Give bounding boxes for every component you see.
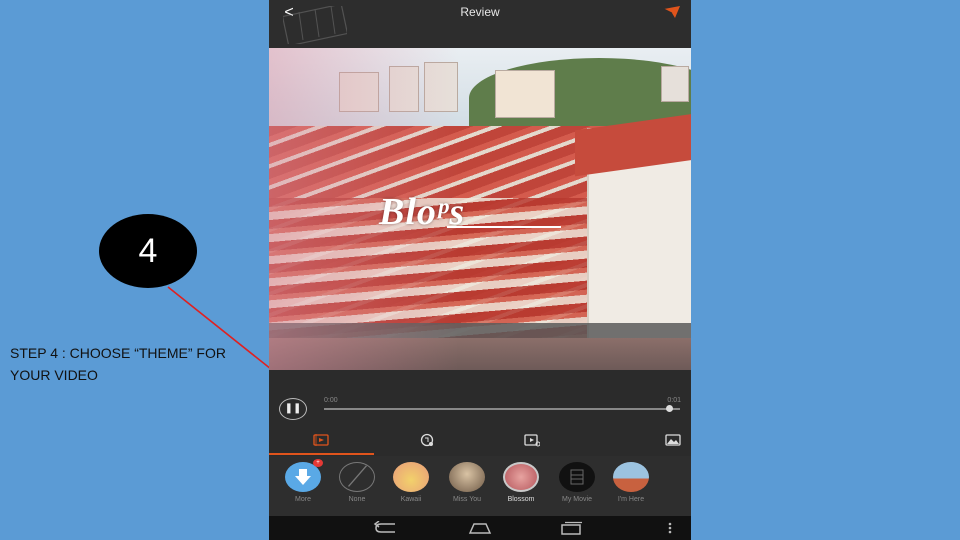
theme-icon[interactable] — [313, 433, 329, 447]
video-preview[interactable]: Bloᵖs — [269, 48, 691, 370]
theme-thumbnail — [559, 462, 595, 492]
theme-label: Miss You — [452, 496, 482, 503]
none-icon — [339, 462, 375, 492]
theme-thumbnail-selected — [503, 462, 539, 492]
step-number: 4 — [138, 231, 158, 270]
theme-label: I'm Here — [617, 496, 645, 503]
editor-tabs — [269, 426, 691, 456]
theme-item-kawaii[interactable]: Kawaii — [389, 462, 433, 503]
theme-item-miss-you[interactable]: Miss You — [445, 462, 489, 503]
pause-button[interactable]: ❚❚ — [279, 398, 307, 420]
theme-item-blossom[interactable]: Blossom — [499, 462, 543, 503]
step-instruction: STEP 4 : CHOOSE “THEME” FOR YOUR VIDEO — [10, 345, 226, 383]
progress-handle[interactable] — [666, 405, 674, 412]
new-badge: + — [313, 459, 323, 467]
phone-screen: < Review Bloᵖs ❚❚ 0:00 0:01 + More None … — [269, 0, 691, 540]
theme-label: Kawaii — [400, 496, 422, 503]
theme-label: None — [348, 496, 366, 503]
step-number-badge: 4 — [99, 214, 197, 288]
app-header: < Review — [269, 0, 691, 48]
theme-thumbnail — [613, 462, 649, 492]
nav-menu-icon[interactable] — [665, 521, 675, 535]
theme-thumbnail — [393, 462, 429, 492]
system-nav-bar — [269, 516, 691, 540]
theme-item-more[interactable]: + More — [281, 459, 325, 503]
nav-home-icon[interactable] — [467, 521, 493, 535]
theme-label: More — [295, 496, 311, 503]
theme-label: Blossom — [507, 496, 535, 503]
music-icon[interactable] — [419, 433, 435, 447]
theme-list: + More None Kawaii Miss You Blossom My M — [269, 456, 691, 516]
theme-thumbnail — [449, 462, 485, 492]
send-icon[interactable] — [663, 5, 681, 19]
page-title: Review — [460, 5, 500, 19]
active-tab-indicator — [269, 453, 374, 455]
time-current: 0:00 — [324, 397, 338, 404]
playback-bar: ❚❚ 0:00 0:01 — [269, 370, 691, 425]
theme-title-underline — [447, 226, 561, 228]
nav-recents-icon[interactable] — [559, 521, 585, 535]
theme-item-my-movie[interactable]: My Movie — [555, 462, 599, 503]
time-total: 0:01 — [667, 397, 681, 404]
nav-back-icon[interactable] — [373, 521, 399, 535]
progress-track[interactable] — [324, 408, 680, 410]
download-more-icon: + — [285, 459, 323, 492]
clip-edit-icon[interactable] — [524, 433, 540, 447]
theme-item-none[interactable]: None — [335, 462, 379, 503]
theme-item-im-here[interactable]: I'm Here — [609, 462, 653, 503]
photo-icon[interactable] — [665, 433, 681, 447]
theme-label: My Movie — [562, 496, 592, 503]
